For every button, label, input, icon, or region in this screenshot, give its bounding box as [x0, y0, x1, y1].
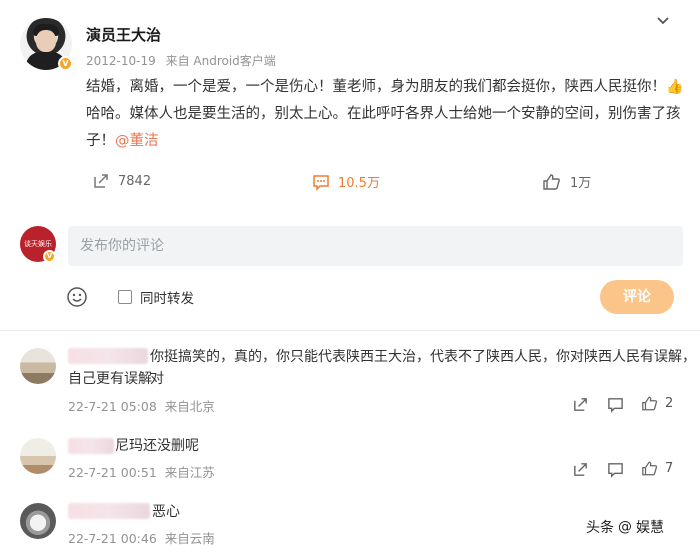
comment-location: 来自云南 [164, 531, 215, 546]
post-text-part2: 哈哈。媒体人也是要生活的，别太上心。在此呼吁各界人士给她一个安静的空间，别伤害了… [86, 106, 681, 149]
comment-like-count: 7 [665, 461, 674, 476]
author-name[interactable]: 演员王大治 [86, 24, 161, 45]
share-icon [94, 174, 108, 188]
comment-date: 22-7-21 00:46 [68, 531, 157, 546]
watermark-at: @ [618, 519, 632, 535]
thumbs-up-icon [543, 173, 560, 190]
post-date: 2012-10-19 [86, 54, 156, 68]
mention-link[interactable]: @董洁 [115, 133, 159, 149]
commenter-avatar[interactable] [20, 503, 56, 539]
comment-like-count: 2 [665, 396, 674, 411]
comment-input[interactable]: 发布你的评论 [68, 226, 683, 266]
divider [0, 330, 700, 331]
like-count: 1万 [570, 176, 592, 191]
comment-meta: 22-7-21 00:46 来自云南 [68, 528, 215, 547]
comment-input-placeholder: 发布你的评论 [80, 238, 164, 254]
comment-icon [313, 174, 329, 191]
like-button[interactable]: 1万 [542, 172, 591, 191]
checkbox-box[interactable] [118, 290, 132, 304]
reply-icon[interactable] [607, 396, 624, 413]
watermark-left: 头条 [586, 520, 614, 536]
thumbs-up-emoji-icon: 👍 [666, 79, 684, 95]
comment-button[interactable]: 10.5万 [312, 172, 380, 191]
blurred-username [68, 348, 148, 364]
reply-icon[interactable] [607, 461, 624, 478]
comment-meta: 22-7-21 05:08 来自北京 [68, 396, 215, 415]
commenter-avatar[interactable] [20, 438, 56, 474]
watermark: 头条 @ 娱慧 [586, 517, 664, 537]
repost-count: 7842 [118, 173, 152, 189]
blurred-username [68, 438, 114, 454]
thumbs-up-icon[interactable] [641, 460, 659, 477]
comment-location: 来自江苏 [164, 465, 215, 480]
weibo-post: V 演员王大治 2012-10-19 来自 Android客户端 结婚，离婚，一… [0, 0, 700, 208]
blurred-username [68, 503, 150, 519]
comment-date: 22-7-21 05:08 [68, 399, 157, 414]
comment-text: 恶心 [152, 504, 180, 520]
emoji-icon[interactable] [66, 286, 88, 308]
repost-checkbox-label: 同时转发 [140, 291, 194, 307]
repost-checkbox[interactable]: 同时转发 [118, 287, 194, 307]
chevron-down-icon[interactable] [654, 12, 672, 30]
verified-badge-icon: V [43, 250, 56, 263]
thumbs-up-icon[interactable] [641, 395, 659, 412]
share-icon[interactable] [572, 461, 589, 478]
post-content: 结婚，离婚，一个是爱，一个是伤心！董老师，身为朋友的我们都会挺你，陕西人民挺你！… [86, 74, 686, 155]
comment-text: 你挺搞笑的，真的，你只能代表陕西王大治，代表不了陕西人民，你对陕西人民有误解，对 [150, 349, 696, 387]
comment-text: 尼玛还没删呢 [115, 438, 199, 454]
submit-comment-button[interactable]: 评论 [600, 280, 674, 314]
commenter-avatar[interactable] [20, 348, 56, 384]
verified-badge-icon: V [58, 56, 73, 71]
comment-date: 22-7-21 00:51 [68, 465, 157, 480]
comment-text-continued: 自己更有误解 [68, 371, 152, 387]
post-meta: 2012-10-19 来自 Android客户端 [86, 52, 276, 69]
avatar-logo-text: 谈天娱乐 [24, 240, 52, 248]
post-source: 来自 Android客户端 [165, 54, 276, 68]
watermark-right: 娱慧 [636, 520, 664, 536]
post-text-part1: 结婚，离婚，一个是爱，一个是伤心！董老师，身为朋友的我们都会挺你，陕西人民挺你！ [86, 79, 666, 95]
share-icon[interactable] [572, 396, 589, 413]
comment-count: 10.5万 [338, 176, 380, 191]
comment-meta: 22-7-21 00:51 来自江苏 [68, 462, 215, 481]
comment-location: 来自北京 [164, 399, 215, 414]
repost-button[interactable]: 7842 [92, 172, 151, 190]
